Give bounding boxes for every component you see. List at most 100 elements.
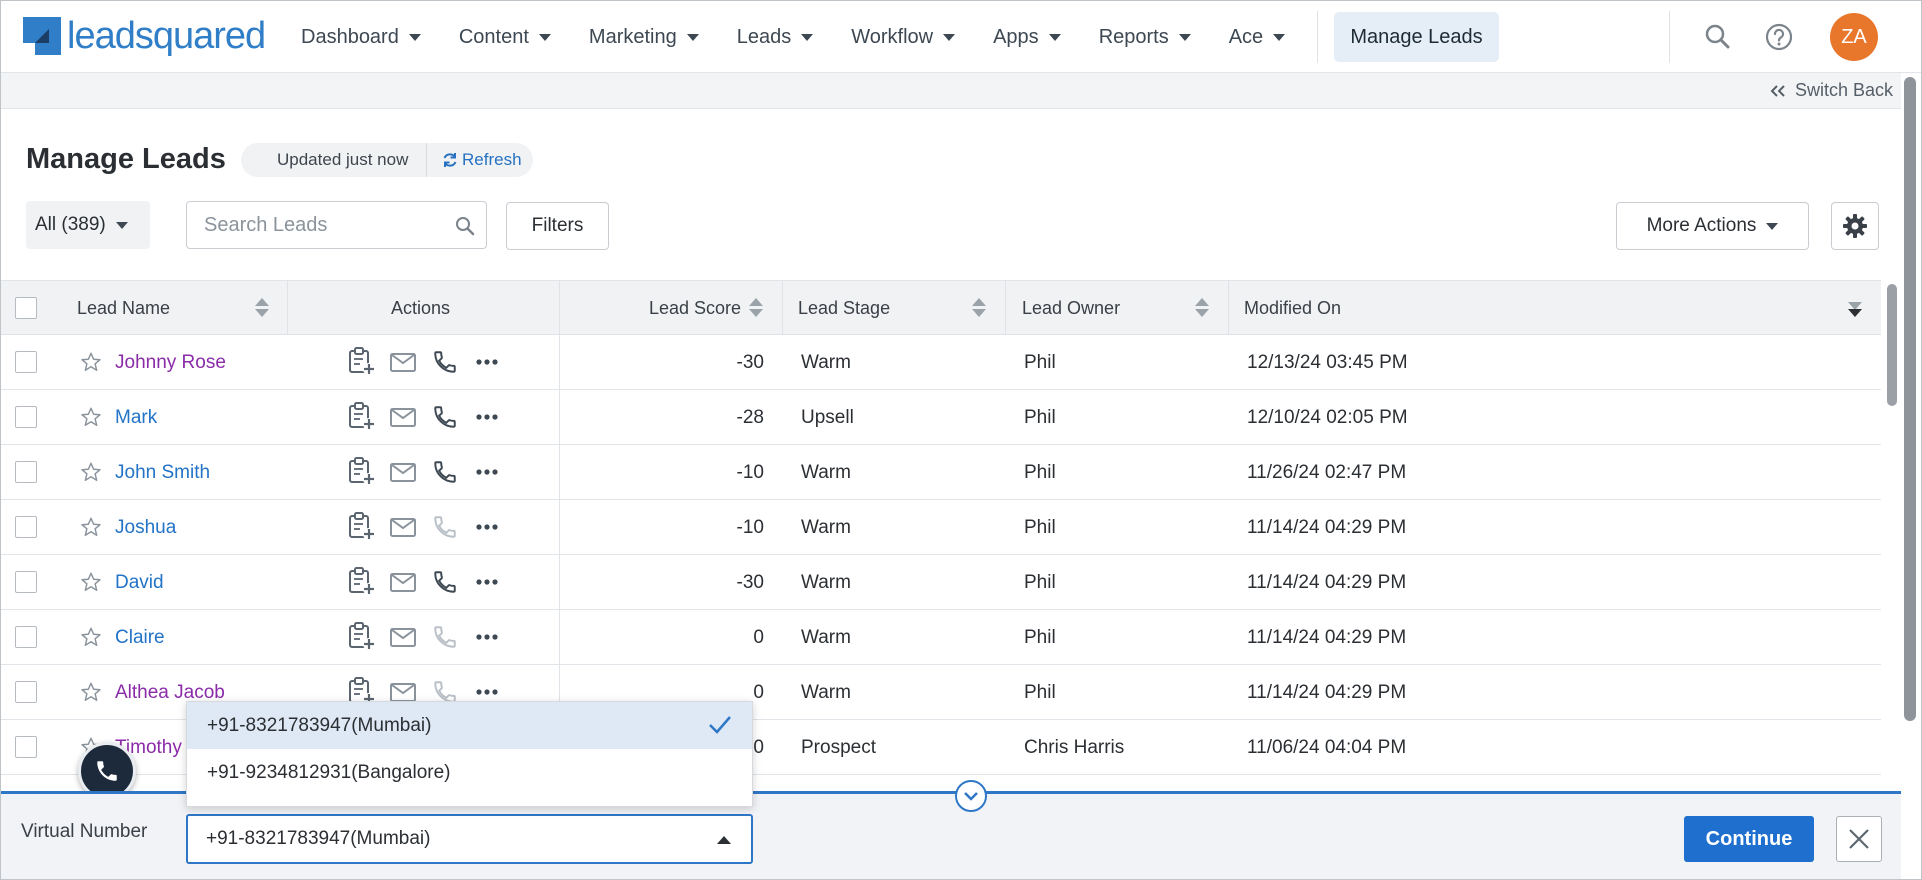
search-leads-box bbox=[186, 201, 487, 249]
email-icon[interactable] bbox=[389, 405, 417, 435]
nav-item-content[interactable]: Content bbox=[459, 26, 551, 49]
add-task-icon[interactable] bbox=[346, 401, 376, 437]
avatar[interactable]: ZA bbox=[1830, 13, 1878, 61]
dropdown-option-bangalore[interactable]: +91-9234812931(Bangalore) bbox=[187, 749, 752, 796]
column-header-lead-name[interactable]: Lead Name bbox=[77, 281, 170, 335]
sort-icon[interactable] bbox=[1195, 298, 1209, 318]
email-icon[interactable] bbox=[389, 625, 417, 655]
active-page-tab[interactable]: Manage Leads bbox=[1334, 12, 1499, 62]
filters-button[interactable]: Filters bbox=[506, 202, 609, 250]
lead-name-link[interactable]: Joshua bbox=[115, 500, 176, 555]
column-divider bbox=[559, 390, 560, 445]
table-scrollbar-thumb[interactable] bbox=[1887, 284, 1897, 406]
add-task-icon[interactable] bbox=[346, 456, 376, 492]
refresh-button[interactable]: Refresh bbox=[427, 150, 522, 170]
star-icon[interactable] bbox=[80, 516, 102, 544]
virtual-number-select[interactable]: +91-8321783947(Mumbai) bbox=[186, 814, 753, 864]
lead-name-link[interactable]: John Smith bbox=[115, 445, 210, 500]
lead-name-link[interactable]: Johnny Rose bbox=[115, 335, 226, 390]
leadsquared-logo[interactable]: leadsquared bbox=[23, 17, 266, 55]
column-header-modified-on[interactable]: Modified On bbox=[1244, 281, 1341, 335]
lead-name-link[interactable]: Claire bbox=[115, 610, 165, 665]
settings-button[interactable] bbox=[1831, 202, 1879, 250]
nav-item-reports[interactable]: Reports bbox=[1099, 26, 1191, 49]
row-checkbox[interactable] bbox=[15, 681, 37, 703]
nav-item-ace[interactable]: Ace bbox=[1229, 26, 1286, 49]
lead-name-link[interactable]: David bbox=[115, 555, 164, 610]
star-icon[interactable] bbox=[80, 571, 102, 599]
add-task-icon[interactable] bbox=[346, 511, 376, 547]
modified-on: 12/13/24 03:45 PM bbox=[1247, 351, 1408, 373]
email-icon[interactable] bbox=[389, 460, 417, 490]
lead-stage: Warm bbox=[801, 571, 851, 593]
phone-icon[interactable] bbox=[432, 349, 458, 381]
more-actions-button[interactable]: More Actions bbox=[1616, 202, 1809, 250]
sort-icon[interactable] bbox=[972, 298, 986, 318]
chevron-down-icon bbox=[686, 33, 699, 41]
modified-on: 11/14/24 04:29 PM bbox=[1247, 681, 1407, 703]
update-status-pill: Updated just now Refresh bbox=[241, 143, 533, 177]
lead-stage: Warm bbox=[801, 351, 851, 373]
more-options-icon[interactable] bbox=[474, 624, 500, 656]
switch-back-bar: Switch Back bbox=[1, 73, 1921, 109]
table-row[interactable]: Mark -28 Upsell Phil 12/10/24 02:05 PM bbox=[1, 390, 1881, 445]
nav-item-workflow[interactable]: Workflow bbox=[851, 26, 956, 49]
table-row[interactable]: Joshua -10 Warm Phil 11/14/24 04:29 PM bbox=[1, 500, 1881, 555]
nav-item-apps[interactable]: Apps bbox=[993, 26, 1061, 49]
continue-button[interactable]: Continue bbox=[1684, 816, 1814, 862]
row-checkbox[interactable] bbox=[15, 461, 37, 483]
search-input[interactable] bbox=[204, 213, 444, 237]
phone-icon[interactable] bbox=[432, 404, 458, 436]
star-icon[interactable] bbox=[80, 626, 102, 654]
table-row[interactable]: Johnny Rose -30 Warm Phil 12/13/24 03:45 PM bbox=[1, 335, 1881, 390]
star-icon[interactable] bbox=[80, 351, 102, 379]
row-checkbox[interactable] bbox=[15, 736, 37, 758]
row-checkbox[interactable] bbox=[15, 626, 37, 648]
table-row[interactable]: David -30 Warm Phil 11/14/24 04:29 PM bbox=[1, 555, 1881, 610]
lead-view-select[interactable]: All (389) bbox=[26, 201, 150, 249]
nav-item-marketing[interactable]: Marketing bbox=[589, 26, 699, 49]
row-checkbox[interactable] bbox=[15, 406, 37, 428]
star-icon[interactable] bbox=[80, 406, 102, 434]
star-icon[interactable] bbox=[80, 461, 102, 489]
star-icon[interactable] bbox=[80, 681, 102, 709]
email-icon[interactable] bbox=[389, 570, 417, 600]
phone-icon[interactable] bbox=[432, 569, 458, 601]
table-row[interactable]: Claire 0 Warm Phil 11/14/24 04:29 PM bbox=[1, 610, 1881, 665]
page-scrollbar-thumb[interactable] bbox=[1904, 77, 1916, 721]
add-task-icon[interactable] bbox=[346, 621, 376, 657]
row-checkbox[interactable] bbox=[15, 571, 37, 593]
column-header-lead-stage[interactable]: Lead Stage bbox=[798, 281, 890, 335]
search-icon[interactable] bbox=[1702, 21, 1734, 53]
column-header-lead-score[interactable]: Lead Score bbox=[649, 281, 741, 335]
email-icon[interactable] bbox=[389, 350, 417, 380]
add-task-icon[interactable] bbox=[346, 566, 376, 602]
help-icon[interactable] bbox=[1763, 21, 1795, 53]
sort-desc-icon[interactable] bbox=[1847, 301, 1863, 317]
email-icon[interactable] bbox=[389, 515, 417, 545]
close-button[interactable] bbox=[1836, 816, 1882, 862]
nav-item-dashboard[interactable]: Dashboard bbox=[301, 26, 421, 49]
lead-name-link[interactable]: Mark bbox=[115, 390, 157, 445]
more-options-icon[interactable] bbox=[474, 514, 500, 546]
lead-stage: Warm bbox=[801, 626, 851, 648]
lead-view-label: All (389) bbox=[35, 214, 106, 235]
more-options-icon[interactable] bbox=[474, 349, 500, 381]
more-options-icon[interactable] bbox=[474, 569, 500, 601]
column-header-lead-owner[interactable]: Lead Owner bbox=[1022, 281, 1120, 335]
more-options-icon[interactable] bbox=[474, 404, 500, 436]
add-task-icon[interactable] bbox=[346, 346, 376, 382]
sort-icon[interactable] bbox=[255, 298, 269, 318]
phone-icon[interactable] bbox=[432, 459, 458, 491]
select-all-checkbox[interactable] bbox=[15, 297, 37, 319]
nav-item-leads[interactable]: Leads bbox=[737, 26, 814, 49]
row-checkbox[interactable] bbox=[15, 351, 37, 373]
search-icon[interactable] bbox=[454, 215, 476, 237]
collapse-panel-button[interactable] bbox=[955, 780, 987, 812]
switch-back-link[interactable]: Switch Back bbox=[1769, 80, 1893, 101]
sort-icon[interactable] bbox=[749, 298, 763, 318]
dropdown-option-mumbai[interactable]: +91-8321783947(Mumbai) bbox=[187, 702, 752, 749]
more-options-icon[interactable] bbox=[474, 459, 500, 491]
table-row[interactable]: John Smith -10 Warm Phil 11/26/24 02:47 PM bbox=[1, 445, 1881, 500]
row-checkbox[interactable] bbox=[15, 516, 37, 538]
